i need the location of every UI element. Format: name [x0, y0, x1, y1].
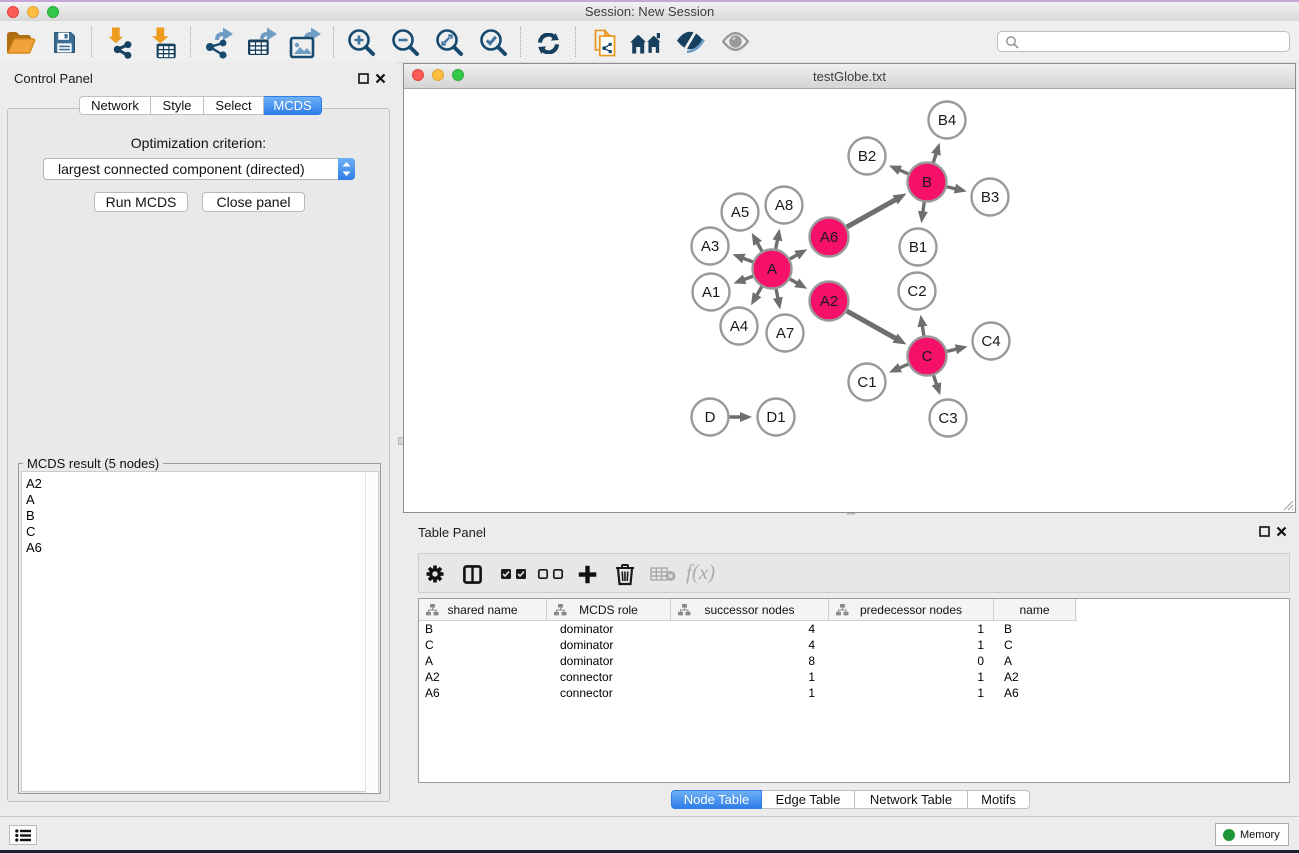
svg-text:D1: D1 — [766, 409, 785, 426]
svg-text:B1: B1 — [909, 239, 927, 256]
svg-text:A2: A2 — [820, 293, 838, 310]
svg-text:A6: A6 — [820, 229, 838, 246]
svg-text:B: B — [922, 174, 932, 191]
svg-text:C1: C1 — [857, 374, 876, 391]
svg-text:A3: A3 — [701, 238, 719, 255]
svg-text:B2: B2 — [858, 148, 876, 165]
svg-text:C: C — [922, 348, 933, 365]
svg-text:C3: C3 — [938, 410, 957, 427]
svg-text:A1: A1 — [702, 284, 720, 301]
svg-text:A4: A4 — [730, 318, 748, 335]
svg-text:A: A — [767, 261, 777, 278]
svg-text:B3: B3 — [981, 189, 999, 206]
svg-text:B4: B4 — [938, 112, 956, 129]
svg-text:C4: C4 — [981, 333, 1000, 350]
svg-text:A5: A5 — [731, 204, 749, 221]
svg-text:C2: C2 — [907, 283, 926, 300]
svg-text:A8: A8 — [775, 197, 793, 214]
svg-text:A7: A7 — [776, 325, 794, 342]
svg-text:D: D — [705, 409, 716, 426]
